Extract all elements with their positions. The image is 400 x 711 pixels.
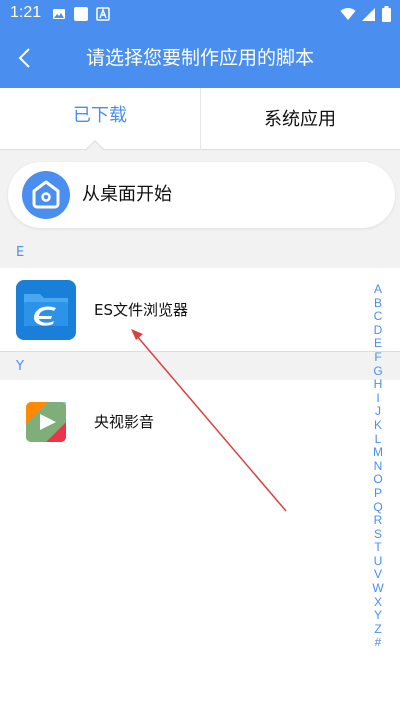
index-letter[interactable]: U <box>368 554 388 569</box>
index-letter[interactable]: R <box>368 513 388 528</box>
image-notification-icon <box>53 9 65 19</box>
index-letter[interactable]: # <box>368 636 388 650</box>
battery-icon <box>382 6 391 22</box>
index-letter[interactable]: A <box>368 282 388 297</box>
index-letter[interactable]: P <box>368 486 388 501</box>
empty-list-area <box>0 463 400 711</box>
index-letter[interactable]: J <box>368 405 388 419</box>
start-from-desktop-button[interactable]: 从桌面开始 <box>8 162 395 228</box>
tab-downloaded[interactable]: 已下载 <box>0 88 200 150</box>
index-letter[interactable]: Q <box>368 500 388 515</box>
index-letter[interactable]: E <box>368 337 388 351</box>
index-letter[interactable]: V <box>368 568 388 582</box>
index-letter[interactable]: L <box>368 432 388 447</box>
tab-system-apps[interactable]: 系统应用 <box>200 88 400 150</box>
app-notification-icon <box>96 7 110 21</box>
app-bar: 请选择您要制作应用的脚本 <box>0 28 400 88</box>
signal-icon <box>362 8 375 21</box>
tab-bar: 已下载 系统应用 <box>0 88 400 150</box>
square-notification-icon <box>74 7 88 21</box>
es-file-explorer-icon <box>16 280 76 340</box>
index-letter[interactable]: G <box>368 364 388 379</box>
status-bar: 1:21 <box>0 0 400 28</box>
home-icon <box>22 171 70 219</box>
cctv-video-icon <box>26 402 66 442</box>
index-letter[interactable]: F <box>368 350 388 365</box>
index-letter[interactable]: B <box>368 296 388 311</box>
index-letter[interactable]: H <box>368 378 388 392</box>
wifi-icon <box>340 8 356 20</box>
section-header-e: E <box>0 238 400 268</box>
app-item-cctv-video[interactable]: 央视影音 <box>0 380 400 464</box>
section-header-y: Y <box>0 352 400 382</box>
index-letter[interactable]: N <box>368 459 388 474</box>
status-time: 1:21 <box>10 4 42 21</box>
index-letter[interactable]: I <box>368 391 388 406</box>
alphabet-index-bar[interactable]: A B C D E F G H I J K L M N O P Q R S T U V W X Y Z # <box>368 282 388 650</box>
start-from-desktop-label: 从桌面开始 <box>82 184 172 205</box>
index-letter[interactable]: X <box>368 595 388 610</box>
index-letter[interactable]: D <box>368 323 388 338</box>
index-letter[interactable]: O <box>368 473 388 487</box>
index-letter[interactable]: Z <box>368 622 388 637</box>
app-label: 央视影音 <box>94 413 155 431</box>
page-title: 请选择您要制作应用的脚本 <box>85 47 314 69</box>
index-letter[interactable]: S <box>368 527 388 542</box>
index-letter[interactable]: C <box>368 310 388 324</box>
app-label: ES文件浏览器 <box>94 301 188 319</box>
index-letter[interactable]: T <box>368 541 388 555</box>
index-letter[interactable]: Y <box>368 609 388 623</box>
index-letter[interactable]: M <box>368 446 388 460</box>
app-item-es-file-explorer[interactable]: ES文件浏览器 <box>0 268 400 352</box>
index-letter[interactable]: K <box>368 418 388 433</box>
index-letter[interactable]: W <box>368 581 388 596</box>
